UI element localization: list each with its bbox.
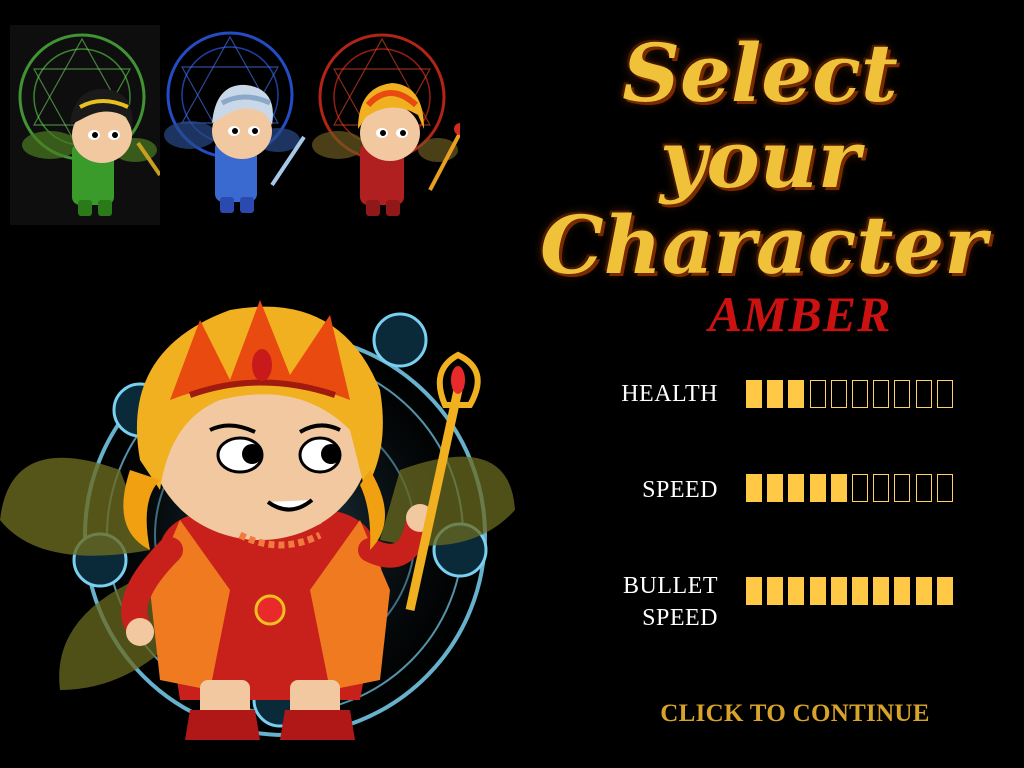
stat-segment bbox=[746, 474, 762, 502]
stat-segment bbox=[915, 380, 932, 408]
stat-segment bbox=[894, 577, 911, 605]
stat-segment bbox=[873, 474, 890, 502]
character-thumb-red[interactable] bbox=[310, 25, 460, 225]
stat-segment bbox=[873, 380, 890, 408]
stat-bar-health bbox=[746, 380, 958, 408]
stat-segment bbox=[936, 577, 953, 605]
title-line-2: Character bbox=[540, 198, 987, 292]
stat-label-speed-text: SPEED bbox=[642, 477, 718, 503]
selected-character-portrait bbox=[0, 270, 520, 760]
stat-segment bbox=[767, 380, 784, 408]
character-selector bbox=[10, 25, 480, 225]
stat-bar-bullet-speed bbox=[746, 577, 958, 605]
stat-segment bbox=[936, 380, 953, 408]
stat-segment bbox=[852, 380, 868, 408]
stat-segment bbox=[788, 380, 805, 408]
stat-label-speed: SPEED bbox=[588, 474, 718, 506]
stat-segment bbox=[873, 577, 890, 605]
screen-title: Select your Character bbox=[540, 26, 987, 292]
continue-button[interactable]: CLICK TO CONTINUE bbox=[640, 700, 950, 728]
stat-segment bbox=[788, 474, 805, 502]
stat-segment bbox=[788, 577, 805, 605]
stat-label-health-text: HEALTH bbox=[621, 381, 718, 407]
stat-segment bbox=[915, 577, 932, 605]
stat-segment bbox=[830, 474, 847, 502]
stat-segment bbox=[809, 577, 826, 605]
green-fairy-portrait bbox=[18, 33, 160, 216]
stat-segment bbox=[894, 380, 911, 408]
red-fairy-portrait bbox=[312, 33, 460, 216]
character-thumb-blue[interactable] bbox=[160, 25, 310, 225]
stat-segment bbox=[830, 577, 847, 605]
stat-segment bbox=[852, 474, 868, 502]
stat-segment bbox=[936, 474, 953, 502]
blue-fairy-portrait bbox=[164, 31, 306, 213]
stat-label-health: HEALTH bbox=[588, 378, 718, 410]
character-thumb-green[interactable] bbox=[10, 25, 160, 225]
stat-segment bbox=[830, 380, 847, 408]
stat-segment bbox=[809, 474, 826, 502]
stat-label-bullet-speed: BULLET SPEED bbox=[588, 570, 718, 634]
selected-character-name: AMBER bbox=[708, 286, 892, 342]
stat-segment bbox=[852, 577, 868, 605]
stat-label-bullet-speed-line2: SPEED bbox=[642, 605, 718, 631]
stat-segment bbox=[746, 380, 762, 408]
stat-segment bbox=[809, 380, 826, 408]
amber-fairy-large-portrait bbox=[0, 300, 515, 755]
stat-segment bbox=[894, 474, 911, 502]
stat-segment bbox=[767, 474, 784, 502]
stat-segment bbox=[767, 577, 784, 605]
stat-segment bbox=[915, 474, 932, 502]
stat-segment bbox=[746, 577, 762, 605]
stat-label-bullet-speed-line1: BULLET bbox=[623, 573, 718, 599]
title-line-1: Select your bbox=[622, 26, 898, 206]
stat-bar-speed bbox=[746, 474, 958, 502]
